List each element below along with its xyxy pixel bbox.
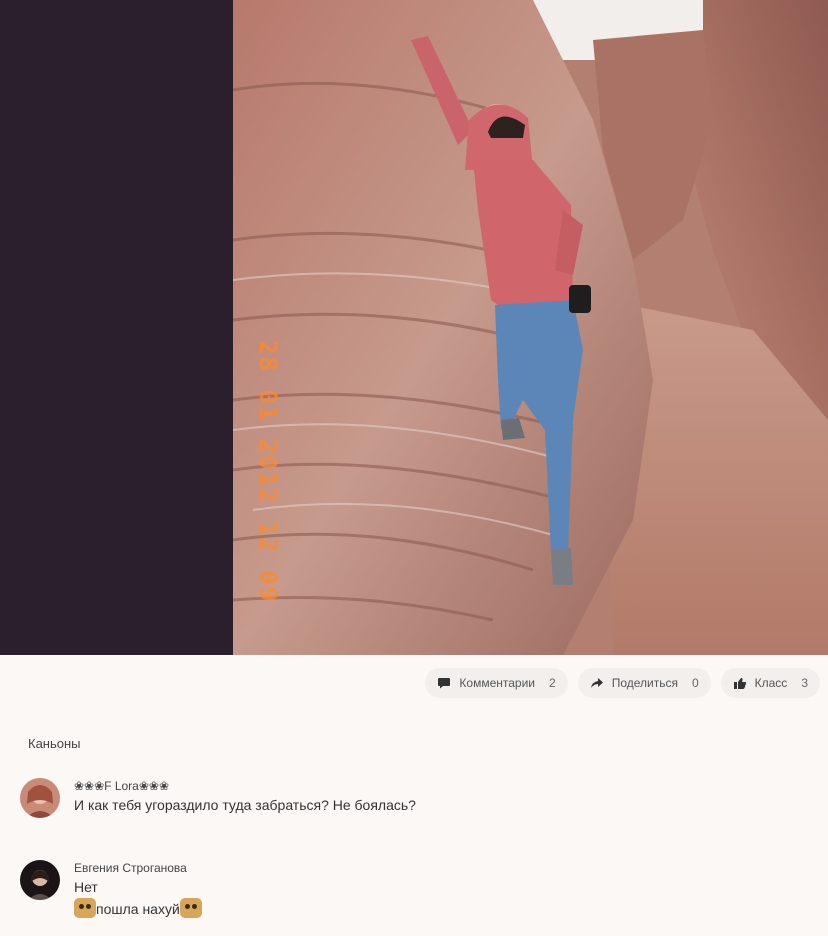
comment-author[interactable]: Евгения Строганова xyxy=(74,860,202,876)
share-button[interactable]: Поделиться 0 xyxy=(577,668,711,698)
comments-button[interactable]: Комментарии 2 xyxy=(425,668,568,698)
like-count: 3 xyxy=(801,676,808,690)
photo-date-stamp: 28 01 2012 12 09 xyxy=(254,340,282,604)
canyon-photo-image xyxy=(233,0,828,655)
smiley-emoji-icon xyxy=(179,898,202,918)
smiley-emoji-icon xyxy=(74,898,96,918)
comment-item: Евгения Строганова Нет пошла нахуй xyxy=(20,860,202,920)
comment-text: пошла нахуй xyxy=(96,901,180,917)
comment-text: И как тебя угораздило туда забраться? Не… xyxy=(74,797,416,813)
comment-icon xyxy=(437,677,451,689)
avatar[interactable] xyxy=(20,778,60,818)
photo-viewer: 28 01 2012 12 09 xyxy=(0,0,828,655)
comment-text-line: пошла нахуй xyxy=(74,898,202,920)
like-label: Класс xyxy=(754,676,788,690)
comments-label: Комментарии xyxy=(459,676,535,690)
avatar[interactable] xyxy=(20,860,60,900)
comment-item: ❀❀❀F Lora❀❀❀ И как тебя угораздило туда … xyxy=(20,778,416,818)
photo-actions-bar: Комментарии 2 Поделиться 0 Класс 3 xyxy=(425,668,820,700)
comment-text-line: Нет xyxy=(74,879,98,895)
comments-count: 2 xyxy=(549,676,556,690)
share-count: 0 xyxy=(691,676,699,690)
share-label: Поделиться xyxy=(611,676,678,690)
album-title-link[interactable]: Каньоны xyxy=(28,736,81,751)
comment-author[interactable]: ❀❀❀F Lora❀❀❀ xyxy=(74,778,416,794)
canyon-photo[interactable] xyxy=(233,0,828,655)
thumbs-up-icon xyxy=(733,677,747,690)
like-button[interactable]: Класс 3 xyxy=(720,668,820,698)
share-icon xyxy=(590,677,604,689)
